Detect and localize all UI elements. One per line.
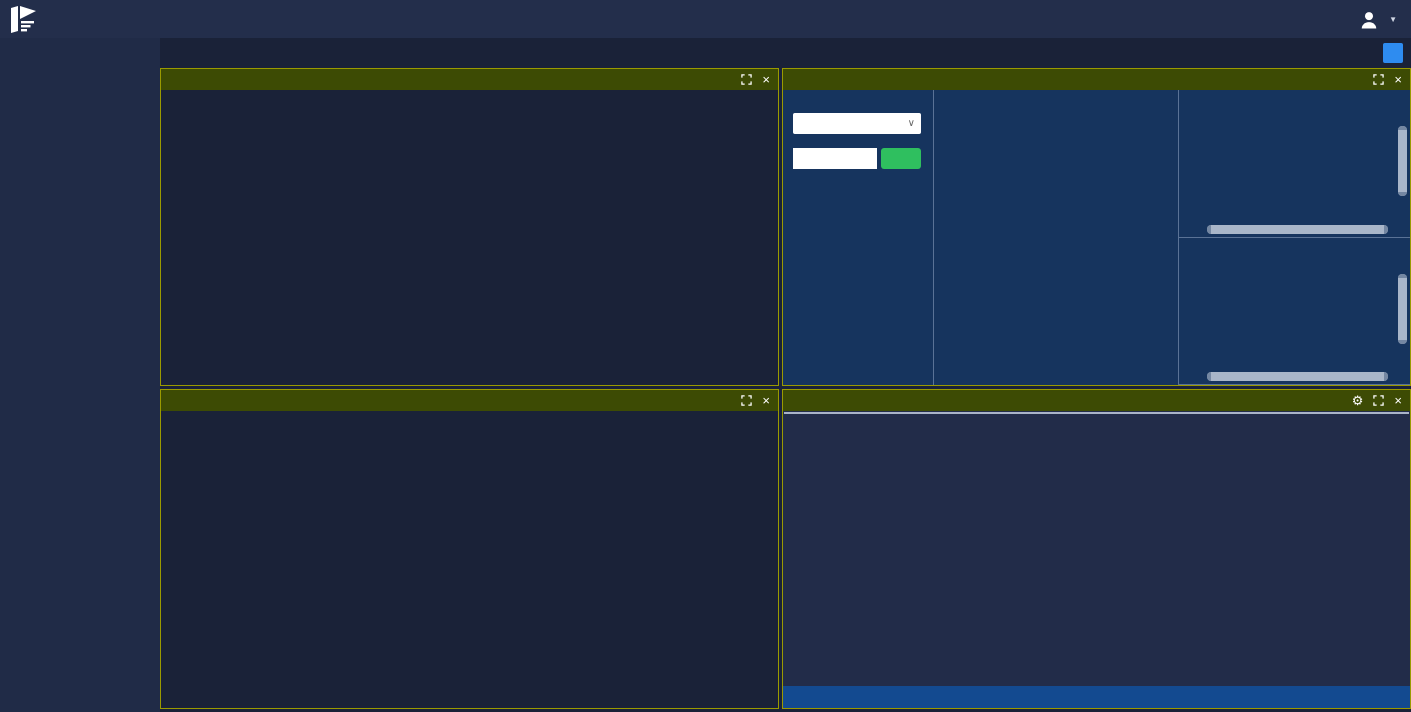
chevron-down-icon: ▼ bbox=[1389, 15, 1397, 24]
adjacent-well-select[interactable]: ∨ bbox=[793, 113, 921, 134]
user-menu[interactable]: ▼ bbox=[1359, 10, 1397, 29]
trajectory-2d-views bbox=[1178, 90, 1410, 385]
chevron-down-icon: ∨ bbox=[908, 118, 915, 129]
save-template-button[interactable] bbox=[1383, 43, 1403, 63]
trajectory-info: ∨ bbox=[783, 90, 933, 385]
expand-icon[interactable] bbox=[741, 395, 752, 406]
close-icon[interactable]: × bbox=[1394, 73, 1402, 86]
panel-titlebar: × bbox=[161, 69, 778, 90]
plan-view-plot bbox=[1179, 90, 1410, 238]
anti-collision-distance-input[interactable] bbox=[793, 148, 877, 169]
horizontal-slider[interactable] bbox=[1207, 225, 1388, 234]
realtime-params-table bbox=[784, 412, 1409, 414]
panel-time-log-xxwell: × bbox=[160, 389, 779, 709]
panel-realtime-params: ⚙ × bbox=[782, 389, 1411, 709]
expand-icon[interactable] bbox=[1373, 74, 1384, 85]
user-avatar-icon bbox=[1359, 10, 1379, 29]
panel-titlebar: × bbox=[161, 390, 778, 411]
logo-icon bbox=[10, 6, 37, 33]
vertical-slider[interactable] bbox=[1398, 274, 1407, 344]
connection-status-bar bbox=[783, 686, 1410, 708]
panel-titlebar: ⚙ × bbox=[783, 390, 1410, 411]
close-icon[interactable]: × bbox=[762, 73, 770, 86]
layout-toolbar bbox=[160, 38, 1411, 68]
panel-titlebar: × bbox=[783, 69, 1410, 90]
expand-icon[interactable] bbox=[1373, 395, 1384, 406]
horizontal-slider[interactable] bbox=[1207, 372, 1388, 381]
save-button[interactable] bbox=[881, 148, 921, 169]
gear-icon[interactable]: ⚙ bbox=[1352, 394, 1364, 407]
sidebar bbox=[0, 38, 160, 712]
close-icon[interactable]: × bbox=[1394, 394, 1402, 407]
vertical-section-plot bbox=[1179, 238, 1410, 386]
vertical-slider[interactable] bbox=[1398, 126, 1407, 196]
panel-well-trajectory: × ∨ bbox=[782, 68, 1411, 386]
panel-time-log-weih100: × bbox=[160, 68, 779, 386]
panel-grid: × × bbox=[160, 68, 1411, 709]
trajectory-3d-view bbox=[933, 90, 1178, 385]
app-header: ▼ bbox=[0, 0, 1411, 38]
shenkai-logo bbox=[10, 6, 43, 33]
close-icon[interactable]: × bbox=[762, 394, 770, 407]
expand-icon[interactable] bbox=[741, 74, 752, 85]
